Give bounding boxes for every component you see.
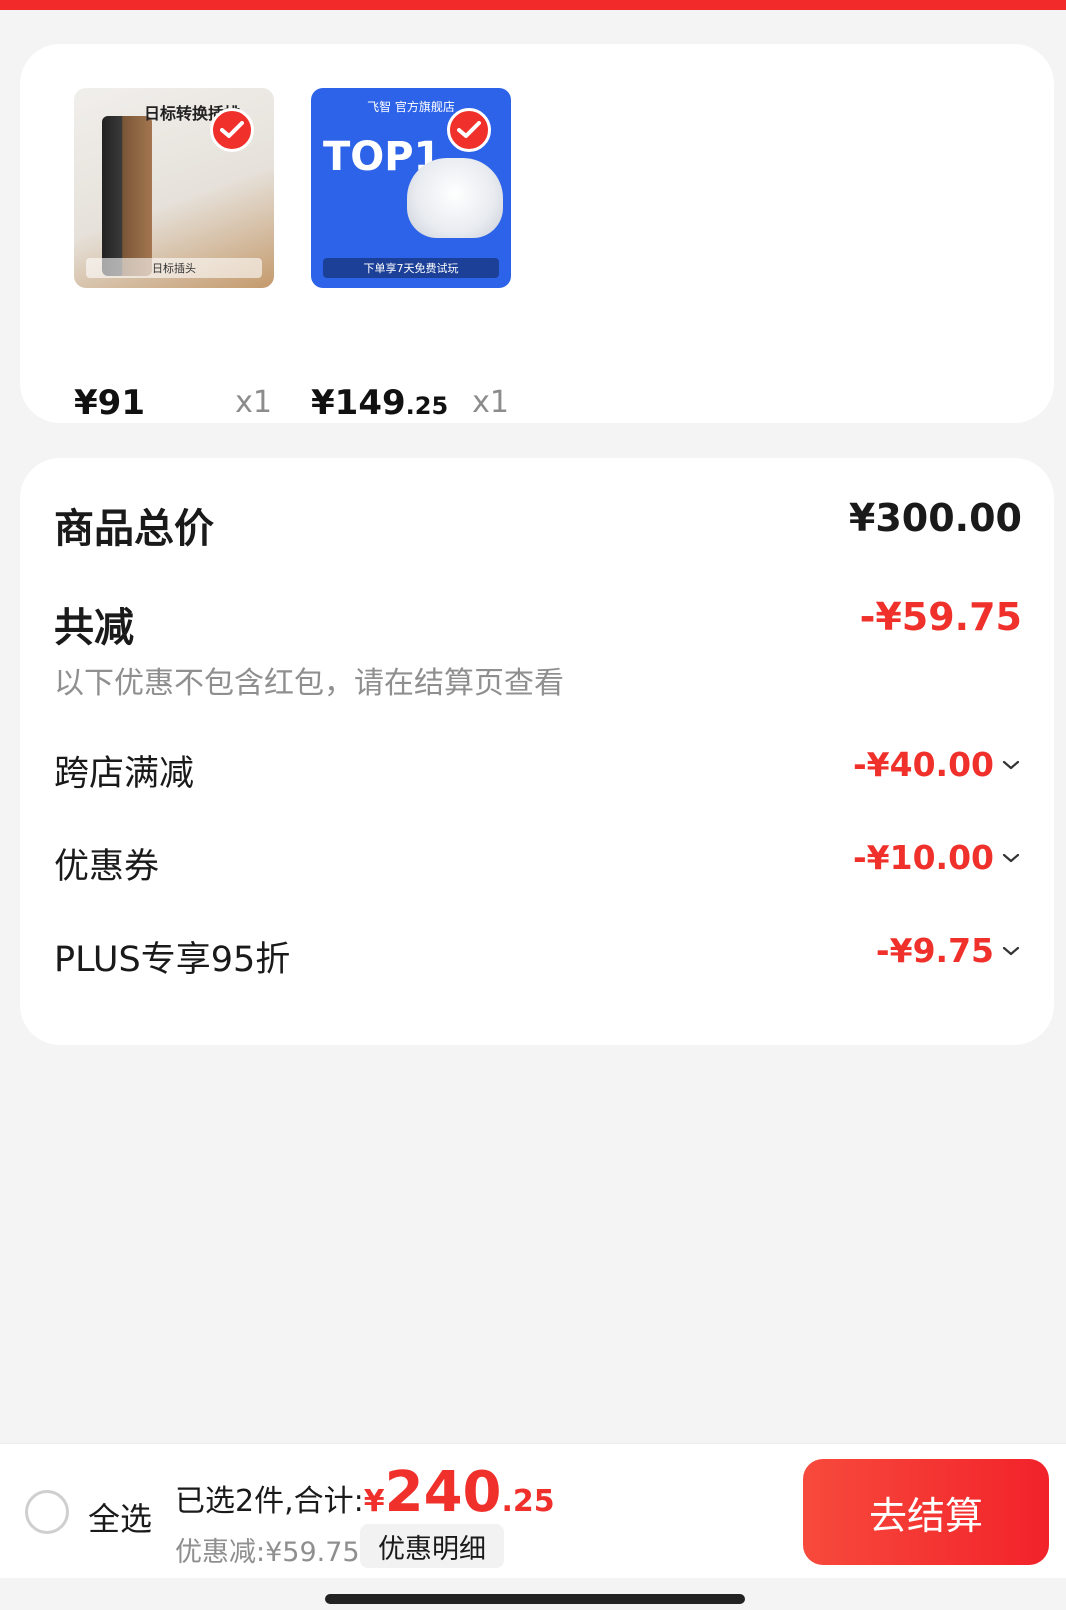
chevron-down-icon[interactable] [1000,940,1022,962]
product-quantity: x1 [472,385,509,420]
total-price-value: ¥300.00 [848,496,1022,540]
discount-item-label: 跨店满减 [54,754,195,794]
product-price-int: ¥149 [311,383,406,423]
product-price: ¥149.25 [311,383,448,423]
discount-item-coupon[interactable]: 优惠券 -¥10.00 [54,838,1022,888]
checkout-button[interactable]: 去结算 [803,1459,1049,1565]
discount-item-amount: -¥9.75 [875,931,994,970]
price-summary-card: 商品总价 ¥300.00 共减 -¥59.75 以下优惠不包含红包，请在结算页查… [20,458,1054,1045]
check-icon[interactable] [447,108,491,152]
total-amount-dec: .25 [501,1484,555,1519]
product-image-tag: 日标插头 [86,258,262,278]
check-icon[interactable] [210,108,254,152]
total-reduction-label: 共减 [54,605,134,651]
product-item[interactable]: 日标转换插排 日标插头 ¥91 x1 [74,88,274,423]
discount-amount-text: 优惠减:¥59.75 [175,1537,360,1568]
product-price-dec: .25 [405,392,449,420]
selected-products-card: 日标转换插排 日标插头 ¥91 x1 飞智 官方旗舰店 TOP1 下单享7天免费… [20,44,1054,423]
discount-detail-button[interactable]: 优惠明细 [360,1524,504,1568]
discount-item-value[interactable]: -¥10.00 [853,838,1022,877]
discount-note-row: 以下优惠不包含红包，请在结算页查看 [54,658,1022,702]
select-all-radio[interactable] [25,1490,69,1534]
product-price-row: ¥149.25 x1 [311,383,511,423]
top-header-strip [0,0,1066,10]
chevron-down-icon[interactable] [1000,754,1022,776]
discount-item-value[interactable]: -¥9.75 [876,931,1022,970]
discount-item-label: PLUS专享95折 [54,940,291,980]
total-currency: ¥ [363,1484,385,1519]
discount-item-amount: -¥10.00 [852,838,994,877]
product-item[interactable]: 飞智 官方旗舰店 TOP1 下单享7天免费试玩 ¥149.25 x1 [311,88,511,423]
product-price-row: ¥91 x1 [74,383,274,423]
product-quantity: x1 [235,385,272,420]
total-reduction-value: -¥59.75 [859,595,1022,639]
total-price-label: 商品总价 [54,506,214,552]
total-reduction-row: 共减 -¥59.75 [54,595,1022,651]
select-all-label[interactable]: 全选 [88,1494,152,1540]
power-strip-image [102,116,152,276]
checkout-bottom-bar: 全选 已选2件,合计: ¥ 240 .25 优惠减:¥59.75 优惠明细 去结… [0,1443,1066,1578]
discount-item-value[interactable]: -¥40.00 [853,745,1022,784]
discount-item-amount: -¥40.00 [852,745,994,784]
product-price-int: ¥91 [74,383,145,423]
chevron-down-icon[interactable] [1000,847,1022,869]
product-price: ¥91 [74,383,145,423]
discount-item-plus[interactable]: PLUS专享95折 -¥9.75 [54,931,1022,981]
discount-item-cross-store[interactable]: 跨店满减 -¥40.00 [54,745,1022,795]
discount-note: 以下优惠不包含红包，请在结算页查看 [54,666,564,701]
home-indicator[interactable] [325,1594,745,1604]
total-amount-int: 240 [384,1460,502,1525]
product-thumbnail[interactable]: 飞智 官方旗舰店 TOP1 下单享7天免费试玩 [311,88,511,288]
discount-item-label: 优惠券 [54,847,160,887]
product-image-tag: 下单享7天免费试玩 [323,258,499,278]
selected-total: 已选2件,合计: ¥ 240 .25 [175,1460,555,1525]
total-price-row: 商品总价 ¥300.00 [54,496,1022,552]
gamepad-image [407,158,503,238]
product-thumbnail[interactable]: 日标转换插排 日标插头 [74,88,274,288]
selected-count-text: 已选2件,合计: [175,1484,364,1519]
